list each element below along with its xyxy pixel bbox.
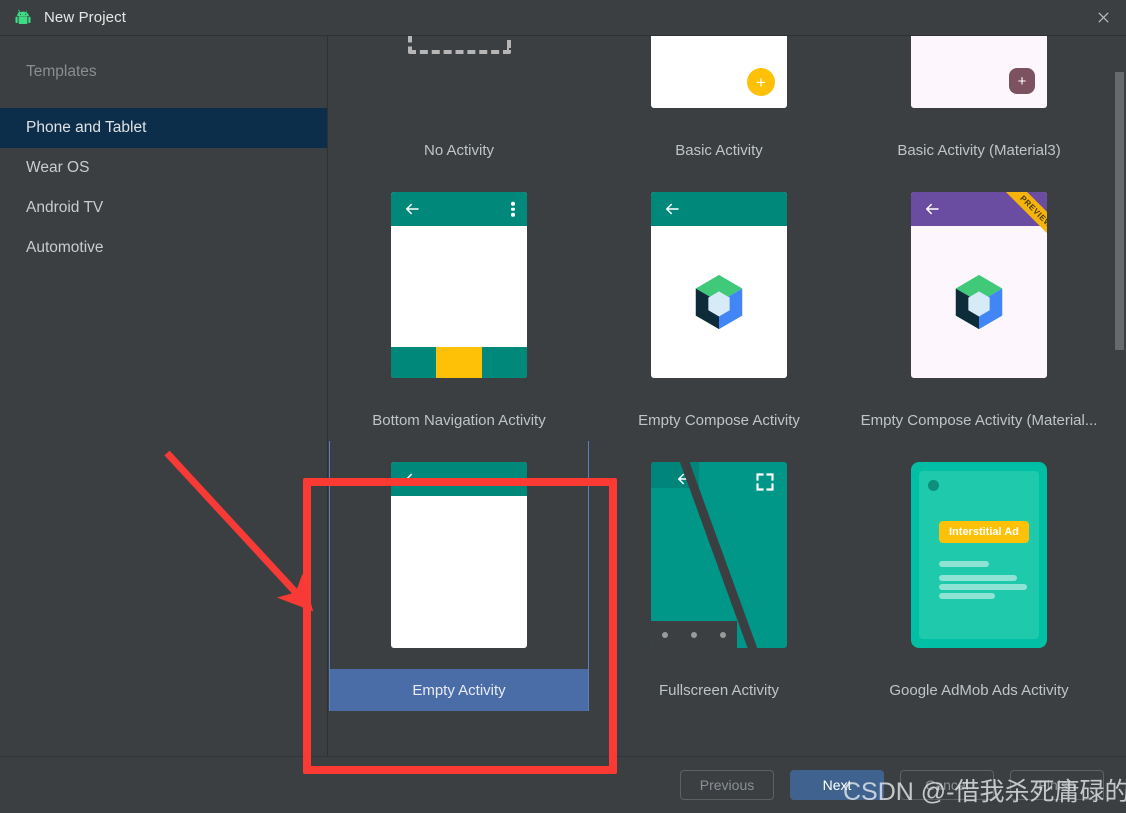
new-project-dialog: New Project Templates Phone and Tablet W… — [0, 0, 1126, 813]
template-card-empty-compose-activity-material3[interactable]: PREVIEW Empty Compose Activity (Material… — [849, 171, 1109, 441]
placeholder-line — [939, 593, 995, 599]
plus-fab-icon: + — [1009, 68, 1035, 94]
template-label: Basic Activity (Material3) — [897, 141, 1061, 159]
app-bar — [651, 192, 787, 226]
sidebar-item-wear-os[interactable]: Wear OS — [0, 148, 327, 188]
previous-button[interactable]: Previous — [680, 770, 774, 800]
phone-preview — [391, 192, 527, 378]
phone-preview — [391, 462, 527, 648]
placeholder-line — [939, 584, 1027, 590]
placeholder-line — [939, 561, 989, 567]
app-bar — [911, 192, 1047, 226]
sidebar-item-label: Wear OS — [26, 159, 90, 176]
template-label: Fullscreen Activity — [658, 681, 780, 699]
vertical-scrollbar-thumb[interactable] — [1115, 72, 1124, 350]
template-thumbnail: PREVIEW — [849, 171, 1109, 399]
jetpack-compose-logo-icon — [695, 274, 743, 330]
template-thumbnail — [589, 441, 849, 669]
template-card-empty-activity[interactable]: Empty Activity — [329, 441, 589, 711]
template-card-basic-activity[interactable]: + Basic Activity — [589, 36, 849, 171]
ad-screen: Interstitial Ad — [919, 471, 1039, 639]
sidebar-item-label: Android TV — [26, 199, 104, 216]
template-label: Empty Compose Activity — [638, 411, 800, 429]
phone-preview — [651, 462, 787, 648]
android-robot-icon — [12, 7, 34, 29]
window-title: New Project — [44, 9, 126, 26]
sidebar-item-label: Phone and Tablet — [26, 119, 147, 136]
phone-preview — [651, 192, 787, 378]
bottom-navigation-bar — [391, 347, 527, 378]
back-arrow-icon — [406, 203, 419, 215]
template-row: Bottom Navigation Activity Empty Compose… — [329, 171, 1109, 441]
template-card-google-admob-ads-activity[interactable]: Interstitial Ad Google AdMob Ads Activit… — [849, 441, 1109, 711]
template-thumbnail — [329, 36, 589, 129]
template-card-bottom-navigation-activity[interactable]: Bottom Navigation Activity — [329, 171, 589, 441]
template-thumbnail: + — [589, 36, 849, 129]
phone-preview: PREVIEW — [911, 192, 1047, 378]
template-card-no-activity[interactable]: No Activity — [329, 36, 589, 171]
sidebar-item-label: Automotive — [26, 239, 104, 256]
sidebar-item-android-tv[interactable]: Android TV — [0, 188, 327, 228]
dialog-footer: Previous Next Cancel Finish — [0, 756, 1126, 813]
interstitial-ad-chip: Interstitial Ad — [939, 521, 1029, 543]
template-label: Google AdMob Ads Activity — [889, 681, 1069, 699]
template-card-basic-activity-material3[interactable]: + Basic Activity (Material3) — [849, 36, 1109, 171]
avatar-dot-icon — [928, 480, 939, 491]
template-label: No Activity — [423, 141, 495, 159]
templates-sidebar: Templates Phone and Tablet Wear OS Andro… — [0, 36, 328, 813]
sidebar-header: Templates — [26, 63, 97, 80]
plus-fab-icon: + — [747, 68, 775, 96]
jetpack-compose-logo-icon — [955, 274, 1003, 330]
back-arrow-icon — [406, 473, 419, 485]
template-card-fullscreen-activity[interactable]: Fullscreen Activity — [589, 441, 849, 711]
sidebar-item-phone-and-tablet[interactable]: Phone and Tablet — [0, 108, 327, 148]
title-bar: New Project — [0, 0, 1126, 36]
overflow-menu-icon — [511, 200, 515, 219]
template-thumbnail: + — [849, 36, 1109, 129]
cancel-button[interactable]: Cancel — [900, 770, 994, 800]
close-icon[interactable] — [1080, 0, 1126, 35]
fullscreen-expand-icon — [756, 473, 774, 491]
template-thumbnail — [589, 171, 849, 399]
template-card-empty-compose-activity[interactable]: Empty Compose Activity — [589, 171, 849, 441]
phone-preview: + — [651, 36, 787, 108]
placeholder-line — [939, 575, 1017, 581]
template-label: Empty Activity — [330, 669, 588, 711]
template-label: Bottom Navigation Activity — [372, 411, 546, 429]
phone-preview: Interstitial Ad — [911, 462, 1047, 648]
back-arrow-icon — [926, 203, 939, 215]
template-label: Basic Activity — [675, 141, 763, 159]
navigation-bar — [651, 621, 737, 648]
phone-preview: + — [911, 36, 1047, 108]
finish-button[interactable]: Finish — [1010, 770, 1104, 800]
template-label: Empty Compose Activity (Material... — [860, 411, 1098, 429]
template-thumbnail — [330, 441, 588, 669]
template-thumbnail: Interstitial Ad — [849, 441, 1109, 669]
vertical-scrollbar-track[interactable] — [1112, 36, 1126, 756]
dashed-outline-icon — [407, 36, 511, 54]
next-button[interactable]: Next — [790, 770, 884, 800]
back-arrow-icon — [666, 203, 679, 215]
sidebar-item-automotive[interactable]: Automotive — [0, 228, 327, 268]
template-row: Empty Activity Fullscreen Activity Inter… — [329, 441, 1109, 711]
template-thumbnail — [329, 171, 589, 399]
template-row: No Activity + Basic Activity + Basic Act… — [329, 36, 1109, 171]
app-bar — [391, 462, 527, 496]
app-bar — [391, 192, 527, 226]
template-grid: No Activity + Basic Activity + Basic Act… — [329, 36, 1109, 711]
template-gallery: No Activity + Basic Activity + Basic Act… — [329, 36, 1126, 756]
